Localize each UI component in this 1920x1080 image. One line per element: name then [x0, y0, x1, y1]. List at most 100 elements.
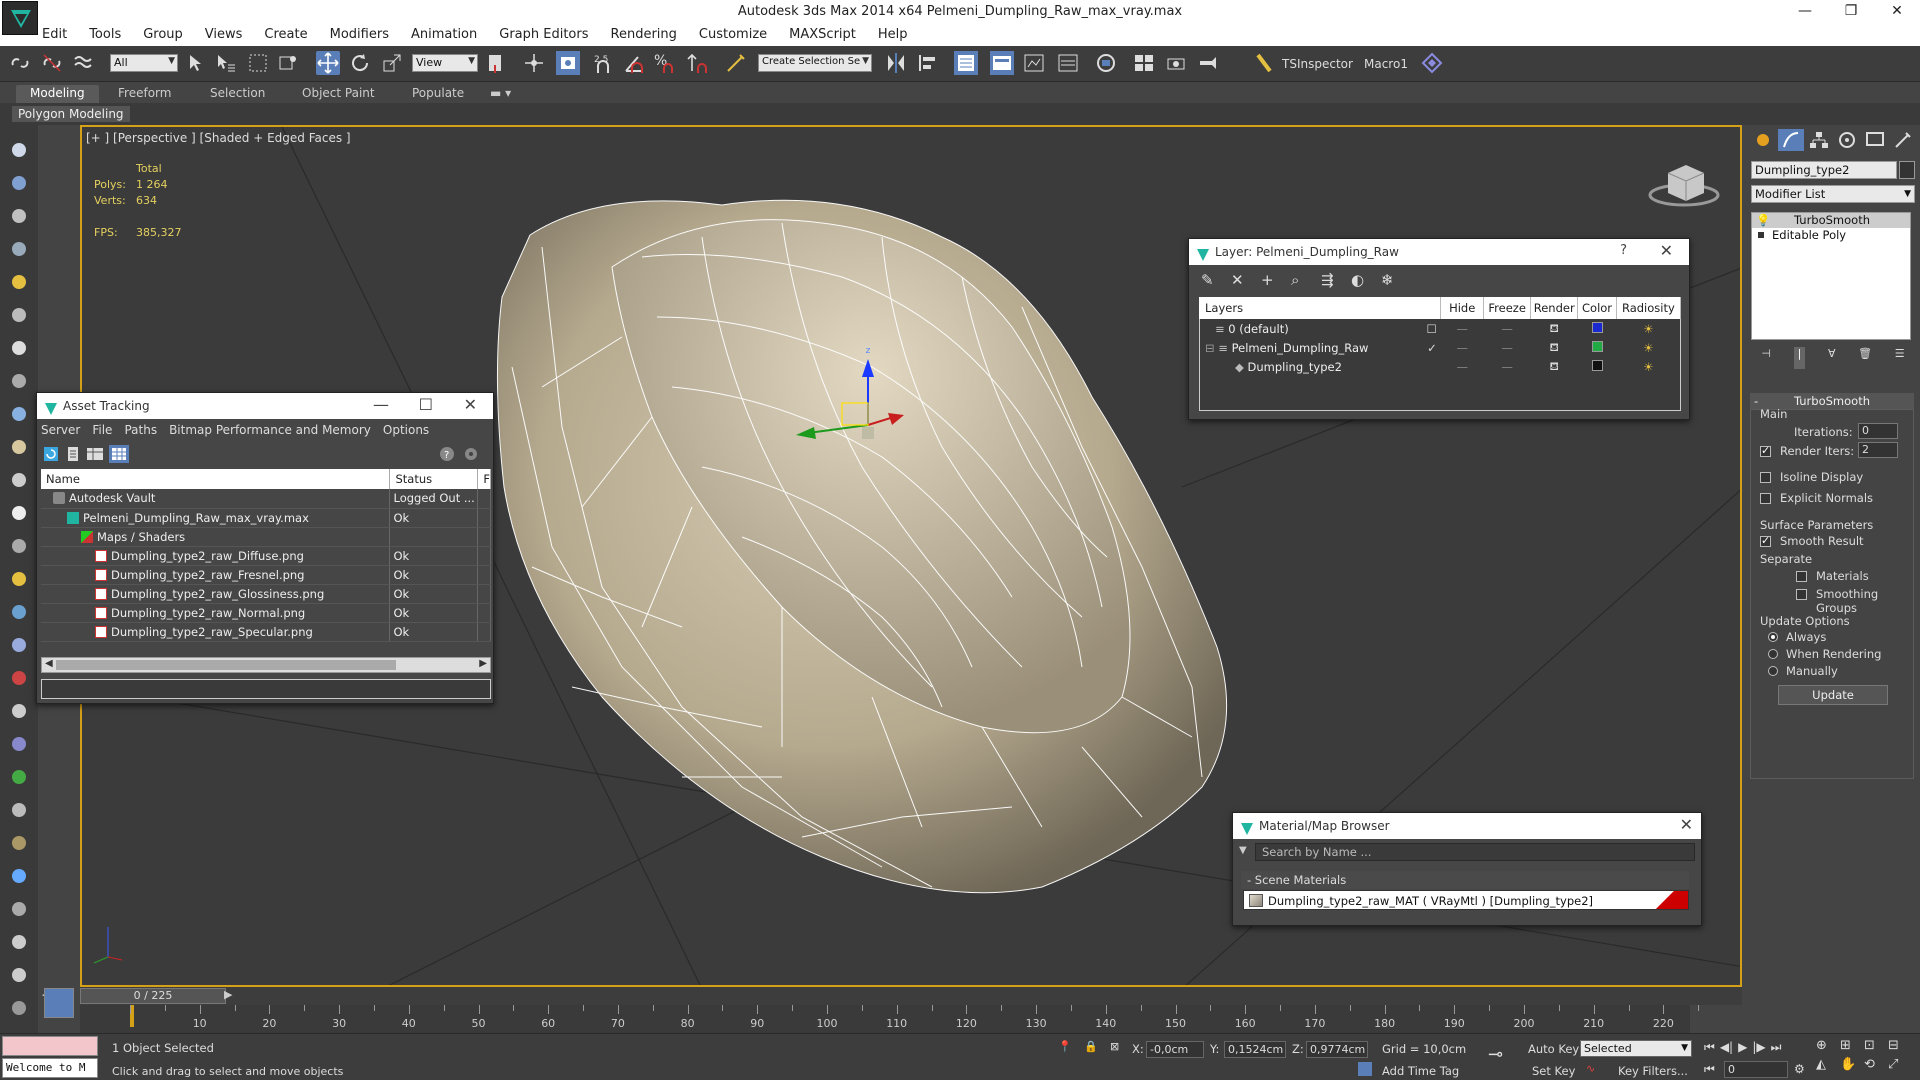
table-row[interactable]: Dumpling_type2_raw_Normal.png Ok — [41, 603, 491, 623]
maximize-viewport-icon[interactable]: ⤢ — [1888, 1057, 1912, 1072]
layer-help-button[interactable]: ? — [1620, 239, 1627, 265]
render-teapot-icon[interactable]: ⛾ — [1531, 319, 1578, 338]
macro-icon[interactable] — [1420, 51, 1444, 75]
time-slider-thumb[interactable]: 0 / 225 — [80, 988, 226, 1004]
dumpling-mesh[interactable] — [496, 199, 1228, 894]
help-icon[interactable]: ? — [437, 445, 457, 463]
orbit-icon[interactable]: ⟲ — [1864, 1057, 1888, 1072]
sun-icon[interactable] — [8, 568, 30, 590]
freeze-toggle[interactable]: — — [1484, 338, 1531, 357]
render-teapot-icon[interactable]: ⛾ — [1531, 338, 1578, 357]
terrain-icon[interactable] — [8, 832, 30, 854]
snaps-toggle-icon[interactable]: 2.5 — [592, 51, 616, 75]
dynamics-icon[interactable] — [8, 667, 30, 689]
render-iters-spinner[interactable]: 2 — [1858, 442, 1898, 458]
asset-path-field[interactable] — [41, 679, 491, 699]
render-teapot-icon[interactable]: ⛾ — [1531, 357, 1578, 376]
rendered-frame-icon[interactable] — [8, 931, 30, 953]
current-layer-check-icon[interactable]: ✓ — [1427, 341, 1437, 355]
edit-named-selection-icon[interactable] — [724, 51, 748, 75]
display-tab-icon[interactable] — [1862, 129, 1888, 151]
lightbulb-icon[interactable]: 💡 — [1756, 213, 1770, 228]
select-and-rotate-icon[interactable] — [348, 51, 372, 75]
selection-filter-dropdown[interactable]: All ▼ — [110, 54, 178, 72]
table-row[interactable]: Dumpling_type2_raw_Specular.png Ok — [41, 622, 491, 642]
helper-icon[interactable] — [8, 370, 30, 392]
grid-icon[interactable] — [8, 238, 30, 260]
menu-views[interactable]: Views — [205, 27, 243, 42]
x-coordinate-field[interactable]: -0,0cm — [1146, 1041, 1204, 1058]
hair-icon[interactable] — [8, 799, 30, 821]
y-coordinate-field[interactable]: 0,1524cm — [1224, 1041, 1286, 1058]
render-setup-icon[interactable] — [8, 898, 30, 920]
isoline-display-checkbox[interactable] — [1760, 472, 1771, 483]
angle-snap-icon[interactable] — [622, 51, 646, 75]
menu-graph-editors[interactable]: Graph Editors — [499, 27, 588, 42]
go-to-end-icon[interactable]: ⏭ — [1771, 1040, 1782, 1055]
layer-row[interactable]: ◆ Dumpling_type2— — ⛾ ☀ — [1199, 357, 1681, 376]
add-time-tag-button[interactable]: Add Time Tag — [1382, 1064, 1459, 1078]
ribbon-tab-populate[interactable]: Populate — [412, 86, 464, 100]
mini-curve-editor-icon[interactable] — [44, 988, 74, 1018]
column-status[interactable]: Status — [389, 469, 479, 489]
layer-color-swatch[interactable] — [1578, 319, 1617, 338]
material-icon[interactable] — [8, 403, 30, 425]
maxscript-mini-listener[interactable]: Welcome to M — [2, 1058, 98, 1078]
rectangular-selection-icon[interactable] — [246, 51, 270, 75]
asset-horizontal-scrollbar[interactable]: ◀ ▶ — [41, 657, 491, 673]
render-sphere-icon[interactable] — [8, 865, 30, 887]
bind-space-warp-icon[interactable] — [72, 51, 96, 75]
iterations-spinner[interactable]: 0 — [1858, 423, 1898, 439]
layer-color-swatch[interactable] — [1578, 357, 1617, 376]
macro1-button[interactable]: Macro1 — [1364, 57, 1408, 71]
collapse-icon[interactable]: ⊟ — [1205, 341, 1218, 355]
table-row[interactable]: Autodesk Vault Logged Out ... — [41, 489, 491, 509]
play-icon[interactable]: ▶ — [1738, 1040, 1747, 1055]
particle-icon[interactable] — [8, 634, 30, 656]
scrollbar-thumb[interactable] — [56, 660, 396, 670]
scene-icon[interactable] — [8, 700, 30, 722]
menu-edit[interactable]: Edit — [42, 27, 67, 42]
add-to-layer-icon[interactable]: + — [1261, 271, 1274, 289]
spinner-snap-icon[interactable] — [686, 51, 710, 75]
scroll-right-icon[interactable]: ▶ — [479, 658, 487, 669]
layer-close-button[interactable]: ✕ — [1660, 239, 1673, 265]
pin-stack-icon[interactable]: ⊣ — [1761, 347, 1771, 369]
track-bar[interactable]: 10 20 30 40 50 60 70 80 90 100 110 120 130 140 150 160 1… — [80, 1005, 1700, 1033]
material-browser-titlebar[interactable]: Material/Map Browser ✕ — [1233, 813, 1701, 839]
select-and-scale-icon[interactable] — [380, 51, 404, 75]
schematic-view-icon[interactable] — [1094, 51, 1118, 75]
motion-tab-icon[interactable] — [1834, 129, 1860, 151]
menu-help[interactable]: Help — [878, 27, 908, 42]
asset-maximize-button[interactable]: ☐ — [419, 393, 433, 419]
hide-toggle[interactable]: — — [1441, 357, 1484, 376]
zoom-icon[interactable]: ⊕ — [1816, 1038, 1840, 1053]
stack-item-editable-poly[interactable]: Editable Poly — [1752, 228, 1910, 243]
list-icon[interactable] — [8, 205, 30, 227]
settings-icon[interactable] — [461, 445, 481, 463]
update-when-rendering-radio[interactable] — [1768, 649, 1778, 659]
stack-item-turbosmooth[interactable]: 💡 TurboSmooth — [1752, 213, 1910, 228]
time-configuration-icon[interactable]: ⚙ — [1794, 1062, 1805, 1076]
radiosity-sun-icon[interactable]: ☀ — [1616, 338, 1680, 357]
selection-lock-icon[interactable]: 🔒 — [1084, 1040, 1098, 1053]
table-row[interactable]: Pelmeni_Dumpling_Raw_max_vray.max Ok — [41, 508, 491, 528]
minimize-button[interactable]: — — [1782, 0, 1828, 24]
ts-inspector-button[interactable]: TSInspector — [1282, 57, 1353, 71]
select-object-icon[interactable] — [184, 51, 208, 75]
maxscript-listener[interactable] — [2, 1036, 98, 1056]
material-search-input[interactable]: Search by Name ... — [1255, 843, 1695, 861]
zoom-extents-icon[interactable]: ⊡ — [1864, 1038, 1888, 1053]
delete-layer-icon[interactable]: ✕ — [1231, 271, 1244, 289]
align-icon[interactable] — [916, 51, 940, 75]
key-mode-toggle-icon[interactable]: ⏮ — [1704, 1062, 1715, 1077]
refresh-icon[interactable] — [41, 445, 61, 463]
table-row[interactable]: Dumpling_type2_raw_Fresnel.png Ok — [41, 565, 491, 585]
environment-icon[interactable] — [8, 601, 30, 623]
table-row[interactable]: Dumpling_type2_raw_Diffuse.png Ok — [41, 546, 491, 566]
zoom-extents-all-icon[interactable]: ⊟ — [1888, 1038, 1912, 1053]
polygon-modeling-label[interactable]: Polygon Modeling — [12, 106, 130, 122]
select-and-move-icon[interactable] — [316, 51, 340, 75]
plant-icon[interactable] — [8, 766, 30, 788]
window-crossing-icon[interactable] — [276, 51, 300, 75]
